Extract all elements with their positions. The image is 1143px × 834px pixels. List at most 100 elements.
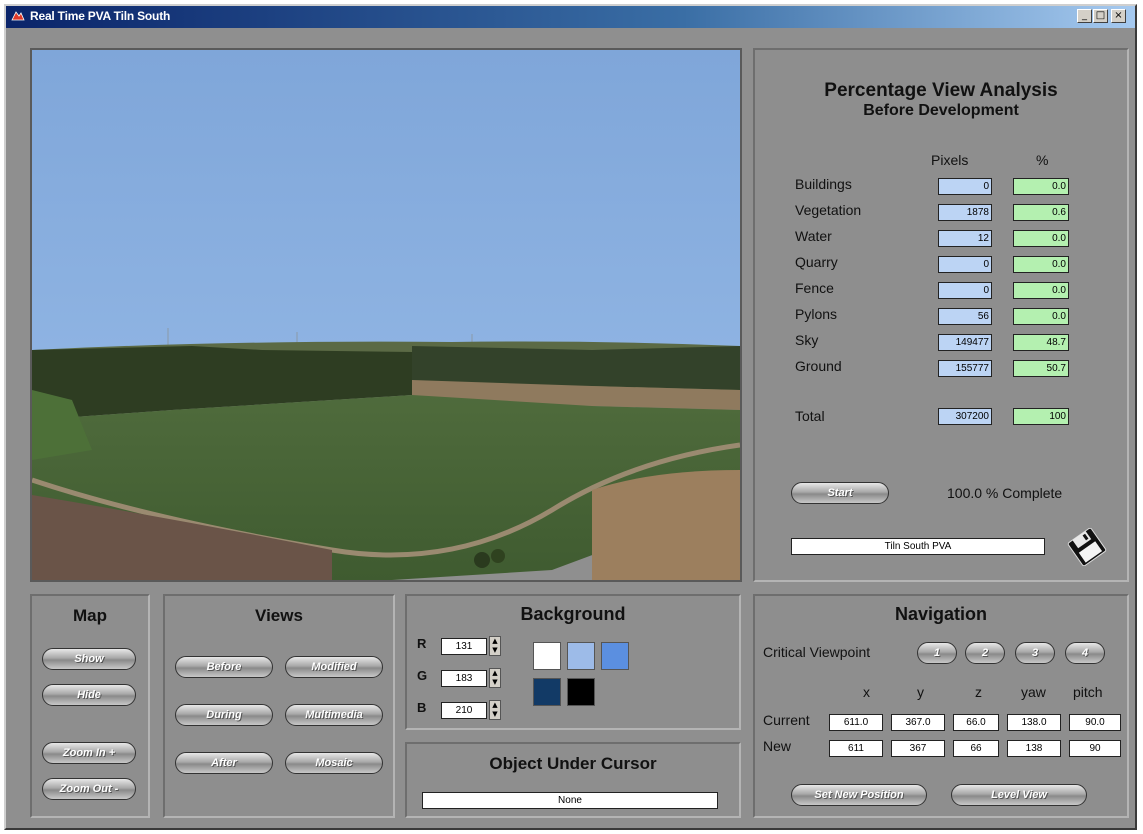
pva-row-label-vegetation: Vegetation <box>795 202 862 218</box>
app-window: Real Time PVA Tiln South _ □ × Percentag… <box>4 4 1137 830</box>
critical-viewpoint-label: Critical Viewpoint <box>763 644 871 660</box>
pva-title: Percentage View Analysis <box>824 80 1058 101</box>
zoom-out-button[interactable]: Zoom Out - <box>42 778 136 800</box>
background-swatch-2[interactable] <box>567 642 595 670</box>
views-title: Views <box>255 606 303 625</box>
pva-pixels-vegetation: 1878 <box>938 204 992 221</box>
viewpoint-4-button[interactable]: 4 <box>1065 642 1105 664</box>
pva-percent-vegetation: 0.6 <box>1013 204 1069 221</box>
total-pixels-field: 307200 <box>938 408 992 425</box>
pva-pixels-water: 12 <box>938 230 992 247</box>
pva-pixels-quarry: 0 <box>938 256 992 273</box>
green-spinner[interactable]: ▲ ▼ <box>489 668 501 688</box>
new-label: New <box>763 738 792 754</box>
pva-pixels-sky: 149477 <box>938 334 992 351</box>
background-swatch-1[interactable] <box>533 642 561 670</box>
pva-pixels-buildings: 0 <box>938 178 992 195</box>
complete-status: 100.0 % Complete <box>947 485 1063 501</box>
maximize-button[interactable]: □ <box>1093 9 1108 23</box>
new-pitch-input[interactable]: 90 <box>1069 740 1121 757</box>
current-pitch-field: 90.0 <box>1069 714 1121 731</box>
view-during-button[interactable]: During <box>175 704 273 726</box>
current-label: Current <box>763 712 810 728</box>
object-under-cursor-title: Object Under Cursor <box>489 754 657 773</box>
pva-filename-field[interactable]: Tiln South PVA <box>791 538 1045 555</box>
object-under-cursor-field: None <box>422 792 718 809</box>
navigation-title: Navigation <box>894 604 987 624</box>
background-swatch-5[interactable] <box>567 678 595 706</box>
new-x-input[interactable]: 611 <box>829 740 883 757</box>
current-yaw-field: 138.0 <box>1007 714 1061 731</box>
new-z-input[interactable]: 66 <box>953 740 999 757</box>
terrain-scene-image <box>32 50 740 580</box>
map-panel: Map Show Hide Zoom In + Zoom Out - <box>30 594 150 818</box>
blue-spinner[interactable]: ▲ ▼ <box>489 700 501 720</box>
pva-pixels-ground: 155777 <box>938 360 992 377</box>
minimize-button[interactable]: _ <box>1077 9 1092 23</box>
viewpoint-2-button[interactable]: 2 <box>965 642 1005 664</box>
viewpoint-3-button[interactable]: 3 <box>1015 642 1055 664</box>
green-input[interactable]: 183 <box>441 670 487 687</box>
window-title: Real Time PVA Tiln South <box>30 9 171 23</box>
map-title: Map <box>73 606 107 625</box>
map-hide-button[interactable]: Hide <box>42 684 136 706</box>
map-show-button[interactable]: Show <box>42 648 136 670</box>
pva-row-label-sky: Sky <box>795 332 819 348</box>
x-header: x <box>863 684 870 700</box>
blue-input[interactable]: 210 <box>441 702 487 719</box>
pva-percent-water: 0.0 <box>1013 230 1069 247</box>
views-panel: Views Before Modified During Multimedia … <box>163 594 395 818</box>
app-icon <box>11 11 25 21</box>
red-label: R <box>417 636 427 651</box>
view-before-button[interactable]: Before <box>175 656 273 678</box>
pva-row-label-fence: Fence <box>795 280 834 296</box>
pva-subtitle: Before Development <box>863 102 1019 119</box>
view-mosaic-button[interactable]: Mosaic <box>285 752 383 774</box>
view-after-button[interactable]: After <box>175 752 273 774</box>
set-new-position-button[interactable]: Set New Position <box>791 784 927 806</box>
red-spinner[interactable]: ▲ ▼ <box>489 636 501 656</box>
current-y-field: 367.0 <box>891 714 945 731</box>
view-multimedia-button[interactable]: Multimedia <box>285 704 383 726</box>
background-title: Background <box>520 604 626 624</box>
pva-percent-sky: 48.7 <box>1013 334 1069 351</box>
pva-percent-buildings: 0.0 <box>1013 178 1069 195</box>
pva-row-label-pylons: Pylons <box>795 306 838 322</box>
current-z-field: 66.0 <box>953 714 999 731</box>
terrain-viewport[interactable] <box>30 48 742 582</box>
pva-panel: Percentage View Analysis Before Developm… <box>753 48 1129 582</box>
navigation-panel: Navigation Critical Viewpoint 1 2 3 4 x … <box>753 594 1129 818</box>
title-bar: Real Time PVA Tiln South _ □ × <box>6 6 1135 28</box>
pva-row-label-quarry: Quarry <box>795 254 838 270</box>
pva-row-label-water: Water <box>795 228 832 244</box>
zoom-in-button[interactable]: Zoom In + <box>42 742 136 764</box>
object-under-cursor-panel: Object Under Cursor None <box>405 742 741 818</box>
total-label: Total <box>795 408 825 424</box>
viewpoint-1-button[interactable]: 1 <box>917 642 957 664</box>
red-input[interactable]: 131 <box>441 638 487 655</box>
background-panel: Background R G B 131 183 210 ▲ ▼ ▲ ▼ ▲ ▼ <box>405 594 741 730</box>
pva-percent-pylons: 0.0 <box>1013 308 1069 325</box>
y-header: y <box>917 684 924 700</box>
close-button[interactable]: × <box>1111 9 1126 23</box>
pixels-header: Pixels <box>931 152 969 168</box>
save-disk-icon[interactable] <box>1067 528 1107 566</box>
background-swatch-3[interactable] <box>601 642 629 670</box>
new-yaw-input[interactable]: 138 <box>1007 740 1061 757</box>
pva-percent-ground: 50.7 <box>1013 360 1069 377</box>
z-header: z <box>975 684 982 700</box>
yaw-header: yaw <box>1021 684 1046 700</box>
view-modified-button[interactable]: Modified <box>285 656 383 678</box>
new-y-input[interactable]: 367 <box>891 740 945 757</box>
pva-row-label-buildings: Buildings <box>795 176 852 192</box>
current-x-field: 611.0 <box>829 714 883 731</box>
pva-pixels-pylons: 56 <box>938 308 992 325</box>
level-view-button[interactable]: Level View <box>951 784 1087 806</box>
pitch-header: pitch <box>1073 684 1103 700</box>
blue-label: B <box>417 700 427 715</box>
pva-percent-quarry: 0.0 <box>1013 256 1069 273</box>
start-button[interactable]: Start <box>791 482 889 504</box>
background-swatch-4[interactable] <box>533 678 561 706</box>
pva-pixels-fence: 0 <box>938 282 992 299</box>
pva-row-label-ground: Ground <box>795 358 842 374</box>
